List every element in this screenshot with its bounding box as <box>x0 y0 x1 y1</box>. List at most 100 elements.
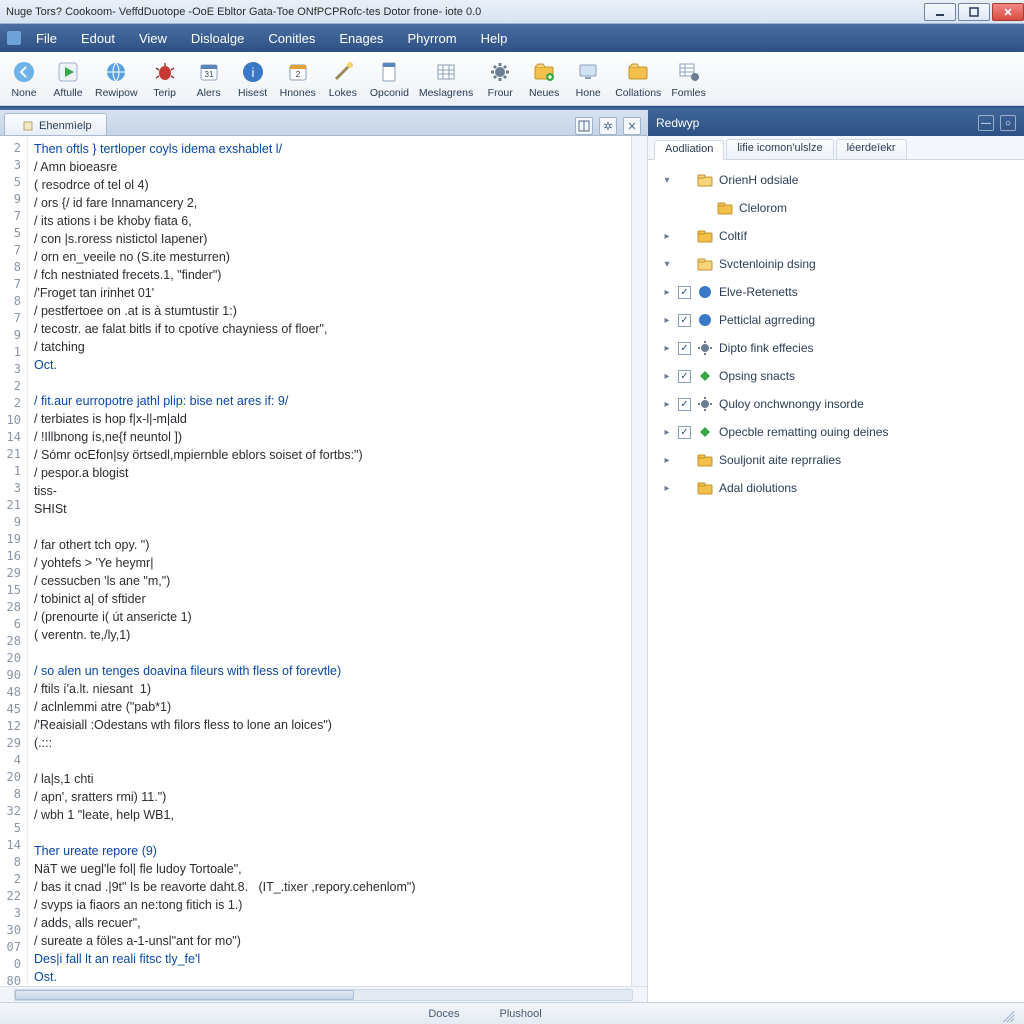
menu-disloalge[interactable]: Disloalge <box>179 27 256 50</box>
calendar-icon: 31 <box>196 59 222 85</box>
side-panel-options-icon[interactable]: ○ <box>1000 115 1016 131</box>
tree-twisty-icon[interactable]: ▸ <box>662 287 672 297</box>
toolbar-lokes-button[interactable]: Lokes <box>321 54 365 104</box>
tree-node[interactable]: ▸Adal diolutions <box>652 474 1020 502</box>
toolbar-hnones-button[interactable]: 2 Hnones <box>275 54 321 104</box>
horizontal-scrollbar[interactable] <box>0 986 647 1002</box>
tree-twisty-icon[interactable]: ▾ <box>662 259 672 269</box>
toolbar-collations-button[interactable]: Collations <box>610 54 666 104</box>
toolbar-button-label: Terip <box>153 87 176 99</box>
tree-twisty-icon[interactable]: ▾ <box>662 175 672 185</box>
tab-close-icon[interactable]: ✕ <box>623 117 641 135</box>
tree-node[interactable]: Clelorom <box>652 194 1020 222</box>
play-icon <box>55 59 81 85</box>
window-close-button[interactable] <box>992 3 1024 21</box>
tree-node[interactable]: ▾ OrienH odsiale <box>652 166 1020 194</box>
tree-node[interactable]: ▸ ✓ Elve-Retenetts <box>652 278 1020 306</box>
tree-checkbox[interactable]: ✓ <box>678 370 691 383</box>
toolbar-opconid-button[interactable]: Opconid <box>365 54 414 104</box>
tree-twisty-icon[interactable]: ▸ <box>662 343 672 353</box>
toolbar-hone-button[interactable]: Hone <box>566 54 610 104</box>
toolbar-frour-button[interactable]: Frour <box>478 54 522 104</box>
tree-node-label: OrienH odsiale <box>719 173 798 187</box>
tree-twisty-icon[interactable]: ▸ <box>662 455 672 465</box>
resize-grip-icon[interactable] <box>1000 1008 1014 1022</box>
wand-icon <box>330 59 356 85</box>
tree-node[interactable]: ▸Coltíf <box>652 222 1020 250</box>
tree-node[interactable]: ▾Svctenloinip dsing <box>652 250 1020 278</box>
toolbar-button-label: Hnones <box>280 87 316 99</box>
editor-pane: Ehenmìelp ✲ ✕ 2 3 5 9 7 5 7 8 7 8 7 9 1 … <box>0 110 648 1002</box>
window-titlebar: Nuge Tors? Cookoom- VeffdDuotope -OoE Eb… <box>0 0 1024 24</box>
tree-twisty-icon[interactable]: ▸ <box>662 231 672 241</box>
tree-node-label: Elve-Retenetts <box>719 285 798 299</box>
tree-twisty-icon[interactable]: ▸ <box>662 399 672 409</box>
toolbar-alers-button[interactable]: 31Alers <box>187 54 231 104</box>
scroll-thumb[interactable] <box>15 990 354 1000</box>
green-icon <box>697 424 713 440</box>
editor-tab[interactable]: Ehenmìelp <box>4 113 107 135</box>
tab-tool-split-icon[interactable] <box>575 117 593 135</box>
side-panel-minimize-icon[interactable]: — <box>978 115 994 131</box>
side-tab-1[interactable]: lifie icomon'ulslze <box>726 139 833 159</box>
toolbar-button-label: Rewipow <box>95 87 138 99</box>
tree-checkbox[interactable]: ✓ <box>678 314 691 327</box>
tree-checkbox[interactable]: ✓ <box>678 426 691 439</box>
status-right: Plushool <box>500 1008 542 1020</box>
menu-conitles[interactable]: Conitles <box>256 27 327 50</box>
tree-node[interactable]: ▸✓Opsing snacts <box>652 362 1020 390</box>
toolbar-button-label: Aftulle <box>53 87 82 99</box>
menu-file[interactable]: File <box>24 27 69 50</box>
menu-edout[interactable]: Edout <box>69 27 127 50</box>
tree-node[interactable]: ▸✓Petticlal agrreding <box>652 306 1020 334</box>
tree-checkbox[interactable]: ✓ <box>678 398 691 411</box>
toolbar-button-label: Fomles <box>671 87 705 99</box>
tree-twisty-icon[interactable]: ▸ <box>662 315 672 325</box>
toolbar-terip-button[interactable]: Terip <box>143 54 187 104</box>
tree-twisty-icon[interactable]: ▸ <box>662 483 672 493</box>
side-tab-0[interactable]: Aodliation <box>654 140 724 160</box>
monitor-icon <box>575 59 601 85</box>
toolbar-hisest-button[interactable]: iHisest <box>231 54 275 104</box>
folderO-icon <box>697 172 713 188</box>
tree-node[interactable]: ▸✓Dipto fink effecies <box>652 334 1020 362</box>
tree-twisty-icon[interactable]: ▸ <box>662 371 672 381</box>
menu-view[interactable]: View <box>127 27 179 50</box>
toolbar-meslagrens-button[interactable]: Meslagrens <box>414 54 478 104</box>
status-bar: Doces Plushool <box>0 1002 1024 1024</box>
svg-text:i: i <box>251 65 254 80</box>
tree-checkbox[interactable]: ✓ <box>678 286 691 299</box>
toolbar-fomles-button[interactable]: Fomles <box>666 54 710 104</box>
tree-node[interactable]: ▸✓Opecble rematting ouing deines <box>652 418 1020 446</box>
tree-node[interactable]: ▸Souljonit aite reprralies <box>652 446 1020 474</box>
vertical-scrollbar[interactable] <box>631 136 647 986</box>
toolbar-neues-button[interactable]: Neues <box>522 54 566 104</box>
folder-icon <box>717 200 733 216</box>
window-maximize-button[interactable] <box>958 3 990 21</box>
status-left: Doces <box>428 1008 459 1020</box>
tree-view[interactable]: ▾ OrienH odsiale Clelorom ▸Coltíf▾Svctenloi… <box>648 160 1024 1002</box>
toolbar-button-label: Lokes <box>329 87 357 99</box>
menu-help[interactable]: Help <box>469 27 520 50</box>
window-title: Nuge Tors? Cookoom- VeffdDuotope -OoE Eb… <box>6 6 481 18</box>
tree-node[interactable]: ▸✓Quloy onchwnongy insorde <box>652 390 1020 418</box>
toolbar-none-button[interactable]: None <box>2 54 46 104</box>
code-editor[interactable]: 2 3 5 9 7 5 7 8 7 8 7 9 1 3 2 2 10 14 21… <box>0 136 647 986</box>
tree-node-label: Clelorom <box>739 201 787 215</box>
svg-text:2: 2 <box>295 70 300 79</box>
tree-checkbox[interactable]: ✓ <box>678 342 691 355</box>
tree-twisty-icon[interactable]: ▸ <box>662 427 672 437</box>
menu-phyrrom[interactable]: Phyrrom <box>395 27 468 50</box>
toolbar-button-label: Collations <box>615 87 661 99</box>
menu-enages[interactable]: Enages <box>327 27 395 50</box>
toolbar-aftulle-button[interactable]: Aftulle <box>46 54 90 104</box>
window-minimize-button[interactable] <box>924 3 956 21</box>
tab-tool-gear-icon[interactable]: ✲ <box>599 117 617 135</box>
document-icon <box>23 121 33 131</box>
code-area[interactable]: Then oftls } tertloper coyls idema exsha… <box>28 136 631 986</box>
info-icon: i <box>240 59 266 85</box>
toolbar-button-label: Opconid <box>370 87 409 99</box>
toolbar-rewipow-button[interactable]: Rewipow <box>90 54 143 104</box>
side-tab-2[interactable]: léerdeïekr <box>836 139 907 159</box>
side-panel-titlebar: Redwyp — ○ <box>648 110 1024 136</box>
